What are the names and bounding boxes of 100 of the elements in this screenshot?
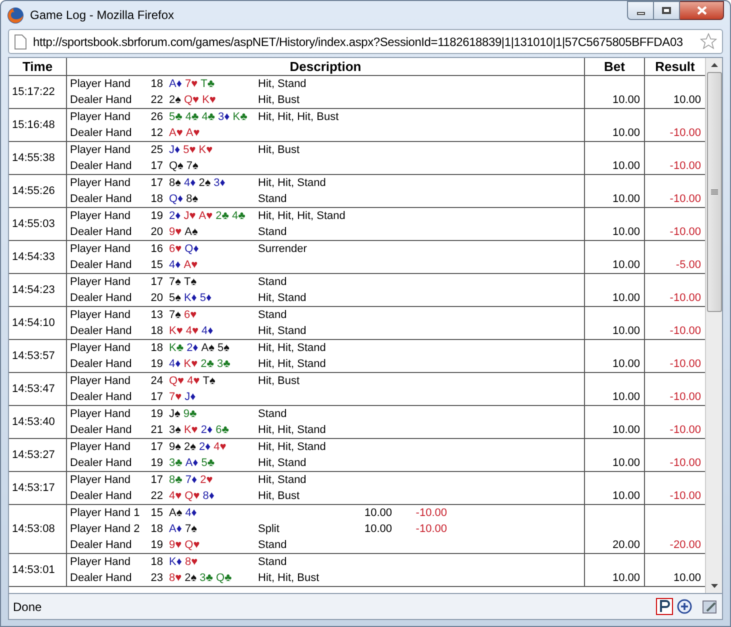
card-label: 2♦ bbox=[198, 440, 211, 455]
card-label: K♥ bbox=[184, 357, 198, 372]
scroll-thumb[interactable] bbox=[706, 72, 722, 312]
card-label: 2♠ bbox=[184, 440, 196, 455]
hand-label: Dealer Hand bbox=[70, 226, 132, 238]
card-label: A♠ bbox=[201, 341, 214, 356]
minimize-button[interactable] bbox=[627, 1, 654, 20]
hand-actions: Stand bbox=[258, 309, 287, 321]
hand-actions: Hit, Bust bbox=[258, 144, 300, 156]
time-cell-text: 14:53:57 bbox=[12, 348, 55, 364]
browser-logo-icon bbox=[7, 6, 24, 24]
card-label: 4♦ bbox=[169, 258, 181, 273]
column-header: Bet bbox=[585, 58, 645, 76]
window-title: Game Log - Mozilla Firefox bbox=[30, 7, 174, 24]
result-cell-text: -10.00 bbox=[670, 291, 701, 306]
column-header: Time bbox=[9, 58, 67, 76]
card-label: 4♥ bbox=[187, 374, 200, 389]
card-label: Q♠ bbox=[169, 159, 184, 174]
time-cell-text: 15:17:22 bbox=[12, 84, 55, 100]
hand-total: 17 bbox=[150, 391, 163, 403]
card-label: 9♥ bbox=[169, 225, 182, 240]
card-label: 7♦ bbox=[185, 473, 198, 488]
card-label: 2♦ bbox=[186, 341, 198, 356]
card-label: 5♥ bbox=[183, 143, 196, 158]
card-label: 5♣ bbox=[201, 456, 215, 471]
card-label: 9♣ bbox=[183, 407, 197, 422]
time-cell-text: 14:54:33 bbox=[12, 250, 55, 265]
card-label: J♦ bbox=[169, 143, 180, 158]
card-label: 4♦ bbox=[184, 176, 196, 191]
card-label: 4♥ bbox=[169, 489, 182, 504]
hand-total: 18 bbox=[150, 78, 163, 90]
card-label: 7♥ bbox=[184, 77, 198, 92]
addon-icon[interactable] bbox=[656, 598, 673, 615]
card-label: J♦ bbox=[184, 390, 196, 405]
hand-label: Player Hand bbox=[70, 342, 131, 354]
card-label: 6♥ bbox=[184, 308, 197, 323]
hand-label: Dealer Hand bbox=[70, 325, 132, 337]
card-label: 3♣ bbox=[216, 357, 230, 372]
card-label: A♥ bbox=[184, 258, 198, 273]
hand-total: 18 bbox=[150, 325, 163, 337]
bet-cell-text: 10.00 bbox=[612, 423, 640, 438]
card-label: Q♣ bbox=[216, 571, 232, 586]
card-label: A♠ bbox=[169, 506, 182, 521]
page-icon bbox=[14, 34, 27, 50]
hand-label: Player Hand bbox=[70, 474, 131, 486]
bet-cell-text: 10.00 bbox=[612, 456, 640, 471]
time-cell-text: 14:55:26 bbox=[12, 184, 55, 199]
card-label: 3♣ bbox=[169, 456, 182, 471]
hand-actions: Stand bbox=[258, 556, 287, 568]
hand-label: Dealer Hand bbox=[70, 94, 132, 106]
time-cell-text: 14:53:17 bbox=[12, 480, 55, 496]
card-label: 5♦ bbox=[200, 291, 212, 306]
card-label: 7♠ bbox=[186, 159, 198, 174]
bet-cell-text: 10.00 bbox=[612, 571, 640, 586]
card-label: 4♦ bbox=[185, 506, 197, 521]
hand-actions: Hit, Stand bbox=[258, 78, 306, 90]
card-label: 2♦ bbox=[169, 209, 181, 224]
close-button[interactable] bbox=[680, 1, 724, 20]
bookmark-star-icon[interactable] bbox=[700, 33, 717, 50]
hand-actions: Stand bbox=[258, 193, 287, 205]
hand-actions: Hit, Stand bbox=[258, 325, 306, 337]
column-header: Description bbox=[67, 58, 585, 76]
hand-label: Dealer Hand bbox=[70, 358, 132, 370]
bet-cell-text: 10.00 bbox=[612, 192, 640, 207]
hand-result: -10.00 bbox=[416, 523, 447, 535]
card-label: A♥ bbox=[198, 209, 213, 224]
result-cell-text: -10.00 bbox=[670, 225, 701, 240]
edit-icon[interactable] bbox=[702, 598, 718, 614]
scrollbar[interactable] bbox=[705, 58, 722, 593]
maximize-button[interactable] bbox=[654, 1, 680, 20]
hand-total: 17 bbox=[150, 474, 163, 486]
card-label: 3♦ bbox=[214, 176, 226, 191]
hand-total: 12 bbox=[150, 127, 163, 139]
result-cell-text: -20.00 bbox=[670, 538, 701, 553]
add-icon[interactable] bbox=[677, 599, 692, 614]
hand-label: Player Hand bbox=[70, 309, 131, 321]
card-label: 2♠ bbox=[198, 176, 211, 191]
hand-label: Player Hand 2 bbox=[70, 523, 140, 535]
hand-total: 19 bbox=[150, 358, 163, 370]
card-label: 8♠ bbox=[186, 192, 198, 207]
hand-actions: Hit, Bust bbox=[258, 490, 300, 502]
card-label: Q♥ bbox=[169, 374, 184, 389]
bet-cell-text: 10.00 bbox=[612, 357, 640, 372]
hand-actions: Hit, Hit, Stand bbox=[258, 177, 326, 189]
result-cell-text: -10.00 bbox=[670, 126, 701, 141]
time-cell-text: 14:53:27 bbox=[12, 448, 55, 463]
time-cell-text: 14:53:47 bbox=[12, 382, 55, 397]
status-text: Done bbox=[13, 598, 42, 616]
card-label: T♠ bbox=[184, 275, 197, 290]
card-label: 3♠ bbox=[169, 423, 181, 438]
card-label: 5♠ bbox=[217, 341, 230, 356]
hand-total: 15 bbox=[150, 259, 163, 271]
hand-actions: Hit, Bust bbox=[258, 94, 300, 106]
hand-total: 18 bbox=[150, 342, 163, 354]
card-label: A♦ bbox=[169, 522, 182, 537]
hand-total: 25 bbox=[150, 144, 163, 156]
card-label: A♠ bbox=[184, 225, 198, 240]
hand-label: Player Hand bbox=[70, 441, 131, 453]
card-label: 4♥ bbox=[186, 324, 199, 339]
hand-actions: Hit, Hit, Stand bbox=[258, 441, 326, 453]
